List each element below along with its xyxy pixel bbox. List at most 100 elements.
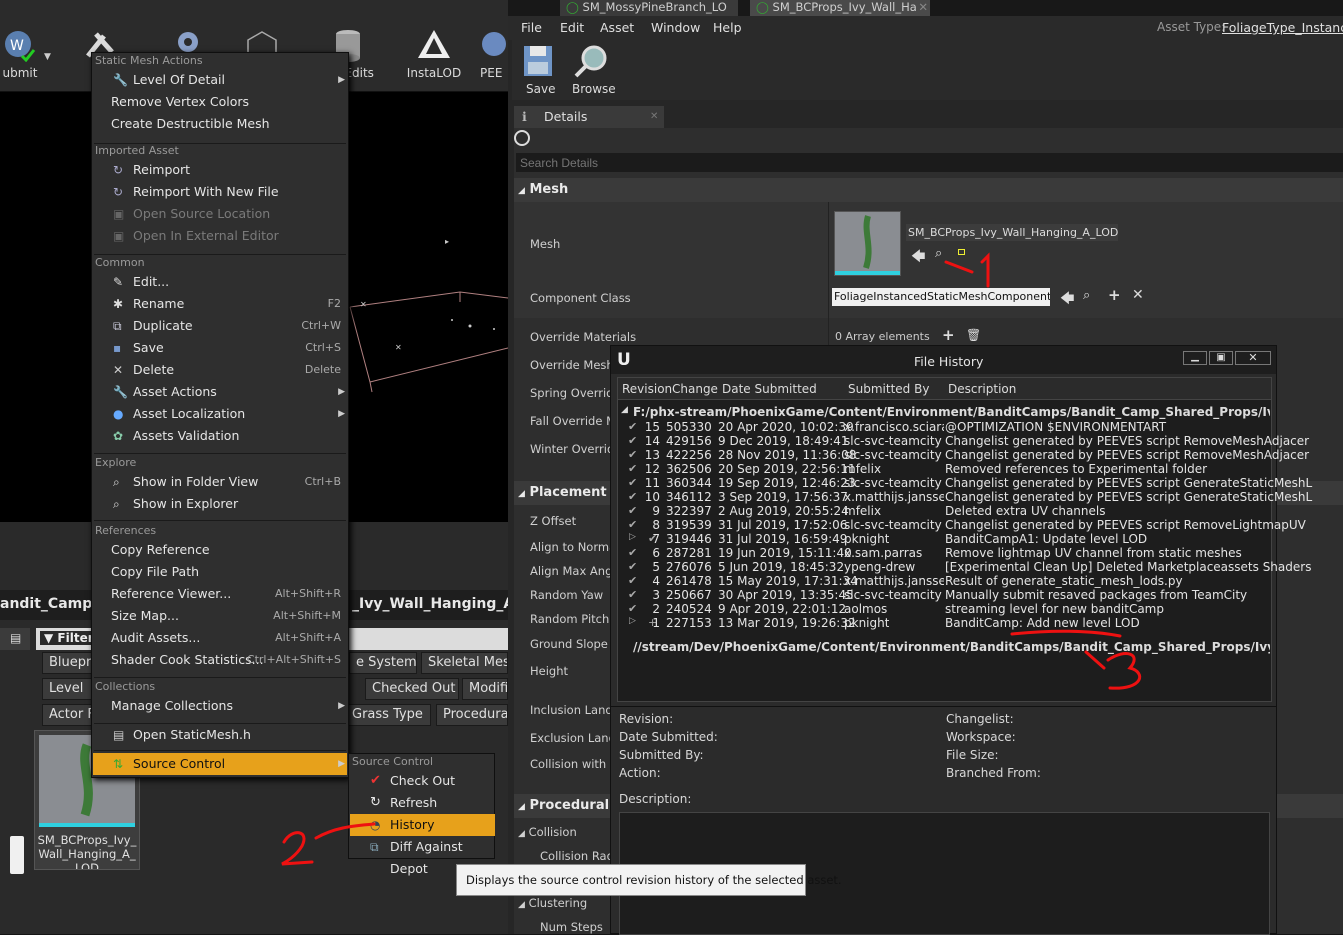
plus-icon[interactable]: + xyxy=(942,326,955,344)
context-menu-item[interactable]: ⌕ Show in Explorer xyxy=(93,493,347,515)
context-menu-item[interactable]: Shader Cook Statistics... Ctrl+Alt+Shift+… xyxy=(93,649,347,671)
history-row[interactable]: ✔ 6 287281 19 Jun 2019, 15:11:40 x.sam.parra… xyxy=(618,546,1270,560)
scrollbar-thumb[interactable] xyxy=(10,836,24,874)
history-row[interactable]: ✔ 13 422256 28 Nov 2019, 11:36:08 slc-svc-te… xyxy=(618,448,1309,462)
filter-tag-blueprint[interactable]: Bluepri xyxy=(42,652,92,674)
use-selected-arrow-icon[interactable]: 🡄 xyxy=(911,246,925,270)
splitter[interactable] xyxy=(611,706,1276,707)
menu-file[interactable]: File xyxy=(521,20,542,35)
context-menu-item[interactable]: Copy Reference xyxy=(93,539,347,561)
column-header[interactable]: Date Submitted xyxy=(722,382,817,396)
context-menu-item[interactable]: ↻ Reimport With New File xyxy=(93,181,347,203)
context-menu-item[interactable]: ⧉ Duplicate Ctrl+W xyxy=(93,315,347,337)
context-menu-item[interactable]: ⌕ Show in Folder View Ctrl+B xyxy=(93,471,347,493)
browse-button[interactable]: Browse xyxy=(572,44,616,98)
menu-asset[interactable]: Asset xyxy=(600,20,634,35)
history-row[interactable]: ✔ 5 276076 5 Jun 2019, 18:45:32 ypeng-drew [E… xyxy=(618,560,1311,574)
history-row[interactable]: ✔ 3 250667 30 Apr 2019, 13:35:45 slc-svc-tea… xyxy=(618,588,1270,602)
check-out-item[interactable]: ✔ Check Out xyxy=(350,770,495,792)
context-menu-item[interactable]: Manage Collections ▶ xyxy=(93,695,347,717)
use-selected-arrow-icon[interactable]: 🡄 xyxy=(1060,288,1074,312)
tab-mossy-pine-branch[interactable]: ◯ SM_MossyPineBranch_LO xyxy=(560,0,738,16)
context-menu-item[interactable]: Copy File Path xyxy=(93,561,347,583)
context-menu-item[interactable]: Remove Vertex Colors xyxy=(93,91,347,113)
history-row[interactable]: ✔ 2 240524 9 Apr 2019, 22:01:12 aolmos stream… xyxy=(618,602,1270,616)
mesh-thumbnail[interactable] xyxy=(834,211,901,276)
submitted-by-cell: ypeng-drew xyxy=(844,560,916,574)
browse-magnifier-icon[interactable]: ⌕ xyxy=(935,246,942,261)
column-header[interactable]: Change xyxy=(672,382,718,396)
history-row[interactable]: ✔ 4 261478 15 May 2019, 17:31:34 x.matthijs.… xyxy=(618,574,1270,588)
context-menu-item[interactable]: Create Destructible Mesh xyxy=(93,113,347,135)
context-menu-item[interactable]: Reference Viewer... Alt+Shift+R xyxy=(93,583,347,605)
context-menu-item[interactable]: ✿ Assets Validation xyxy=(93,425,347,447)
file-path-row[interactable]: ◢ F:/phx-stream/PhoenixGame/Content/Envi… xyxy=(618,405,1270,419)
history-row[interactable]: ✔ 10 346112 3 Sep 2019, 17:56:37 x.matthijs.… xyxy=(618,490,1312,504)
filter-tag-modified[interactable]: Modifie xyxy=(462,678,508,700)
clear-icon[interactable]: ✕ xyxy=(1132,287,1144,303)
context-menu-item[interactable]: 🔧 Asset Actions ▶ xyxy=(93,381,347,403)
close-icon[interactable]: ✕ xyxy=(650,106,658,128)
history-item[interactable]: ◔ History xyxy=(350,814,495,836)
mesh-asset-picker[interactable]: SM_BCProps_Ivy_Wall_Hanging_A_LOD ▼ xyxy=(906,224,1118,241)
toolbar-button-peeves[interactable]: PEE xyxy=(470,22,510,88)
browse-magnifier-icon[interactable]: ⌕ xyxy=(1083,288,1090,303)
filter-tag-skeletal-mesh[interactable]: Skeletal Mesh xyxy=(421,652,508,674)
context-menu-item[interactable]: ● Asset Localization ▶ xyxy=(93,403,347,425)
file-history-titlebar[interactable]: U File History ▁ ▣ ✕ xyxy=(611,346,1276,374)
toolbar-button-instalod[interactable]: InstaLOD xyxy=(404,22,464,88)
context-menu-item[interactable]: ▤ Open StaticMesh.h xyxy=(93,724,347,746)
context-menu-item[interactable]: ↻ Reimport xyxy=(93,159,347,181)
diff-against-depot-item[interactable]: ⧉ Diff Against Depot xyxy=(350,836,495,876)
menu-help[interactable]: Help xyxy=(713,20,742,35)
maximize-button[interactable]: ▣ xyxy=(1209,351,1233,365)
close-icon[interactable]: ✕ xyxy=(918,0,928,14)
history-row[interactable]: ▷ +1 227153 13 Mar 2019, 19:26:32 pknight Ban… xyxy=(618,616,1270,630)
context-menu-item[interactable]: ▪ Save Ctrl+S xyxy=(93,337,347,359)
history-row[interactable]: ✔ 11 360344 19 Sep 2019, 12:46:23 slc-svc-te… xyxy=(618,476,1312,490)
plus-icon[interactable]: + xyxy=(1108,286,1121,304)
asset-type-link[interactable]: FoliageType_Instanc xyxy=(1222,20,1343,35)
find-in-browser-icon[interactable] xyxy=(958,249,965,255)
close-button[interactable]: ✕ xyxy=(1235,351,1271,365)
rename-icon: ✱ xyxy=(113,297,124,311)
refresh-item[interactable]: ↻ Refresh xyxy=(350,792,495,814)
lock-circle-icon[interactable] xyxy=(514,130,530,146)
context-menu-item[interactable]: Size Map... Alt+Shift+M xyxy=(93,605,347,627)
minimize-button[interactable]: ▁ xyxy=(1183,351,1207,365)
depot-path-row[interactable]: //stream/Dev/PhoenixGame/Content/Environ… xyxy=(618,640,1270,654)
context-menu-item[interactable]: ⇅ Source Control ▶ xyxy=(93,753,347,775)
history-row[interactable]: ✔ 14 429156 9 Dec 2019, 18:49:41 slc-svc-tea… xyxy=(618,434,1309,448)
filter-tag-grass-type[interactable]: Grass Type xyxy=(345,704,431,726)
tab-ivy-wall-hanging[interactable]: ◯ SM_BCProps_Ivy_Wall_Ha ✕ xyxy=(750,0,930,16)
context-menu-item[interactable]: ✱ Rename F2 xyxy=(93,293,347,315)
filter-tag-checked-out[interactable]: Checked Out xyxy=(365,678,459,700)
menu-window[interactable]: Window xyxy=(651,20,700,35)
history-row[interactable]: ✔ 12 362506 20 Sep 2019, 22:56:11 mfelix Remo… xyxy=(618,462,1270,476)
column-header[interactable]: Submitted By xyxy=(848,382,929,396)
context-menu-item[interactable]: 🔧 Level Of Detail ▶ xyxy=(93,69,347,91)
filter-tag-level[interactable]: Level xyxy=(42,678,92,700)
context-menu-item[interactable]: ✕ Delete Delete xyxy=(93,359,347,381)
component-class-dropdown[interactable]: FoliageInstancedStaticMeshComponent ▼ xyxy=(832,288,1050,306)
chevron-down-icon[interactable]: ▼ xyxy=(44,52,51,62)
filter-tag-particle-system[interactable]: e System xyxy=(349,652,417,674)
history-row[interactable]: ▷ ✔ 7 319446 31 Jul 2019, 16:59:49 pknight Ban… xyxy=(618,532,1270,546)
trash-icon[interactable]: 🗑 xyxy=(966,328,981,342)
context-menu-item[interactable]: Audit Assets... Alt+Shift+A xyxy=(93,627,347,649)
category-mesh[interactable]: ◢ Mesh xyxy=(514,178,1343,202)
toolbar-button-submit[interactable]: W ubmit xyxy=(0,22,50,88)
menu-edit[interactable]: Edit xyxy=(560,20,584,35)
column-header[interactable]: Description xyxy=(948,382,1016,396)
history-row[interactable]: ✔ 15 505330 20 Apr 2020, 10:02:39 x.francisc… xyxy=(618,420,1270,434)
history-row[interactable]: ✔ 9 322397 2 Aug 2019, 20:55:24 mfelix Delete… xyxy=(618,504,1270,518)
view-options-button[interactable]: ▤ xyxy=(0,628,30,650)
save-button[interactable]: Save xyxy=(522,44,558,98)
search-details-input[interactable] xyxy=(516,153,1343,172)
filter-tag-procedural[interactable]: Procedural xyxy=(436,704,508,726)
column-header[interactable]: Revision xyxy=(622,382,672,396)
details-tab[interactable]: ℹ Details ✕ xyxy=(514,106,664,128)
history-row[interactable]: ✔ 8 319539 31 Jul 2019, 17:52:06 slc-svc-tea… xyxy=(618,518,1306,532)
context-menu-item[interactable]: ✎ Edit... xyxy=(93,271,347,293)
filter-tag-actor[interactable]: Actor F xyxy=(42,704,92,726)
